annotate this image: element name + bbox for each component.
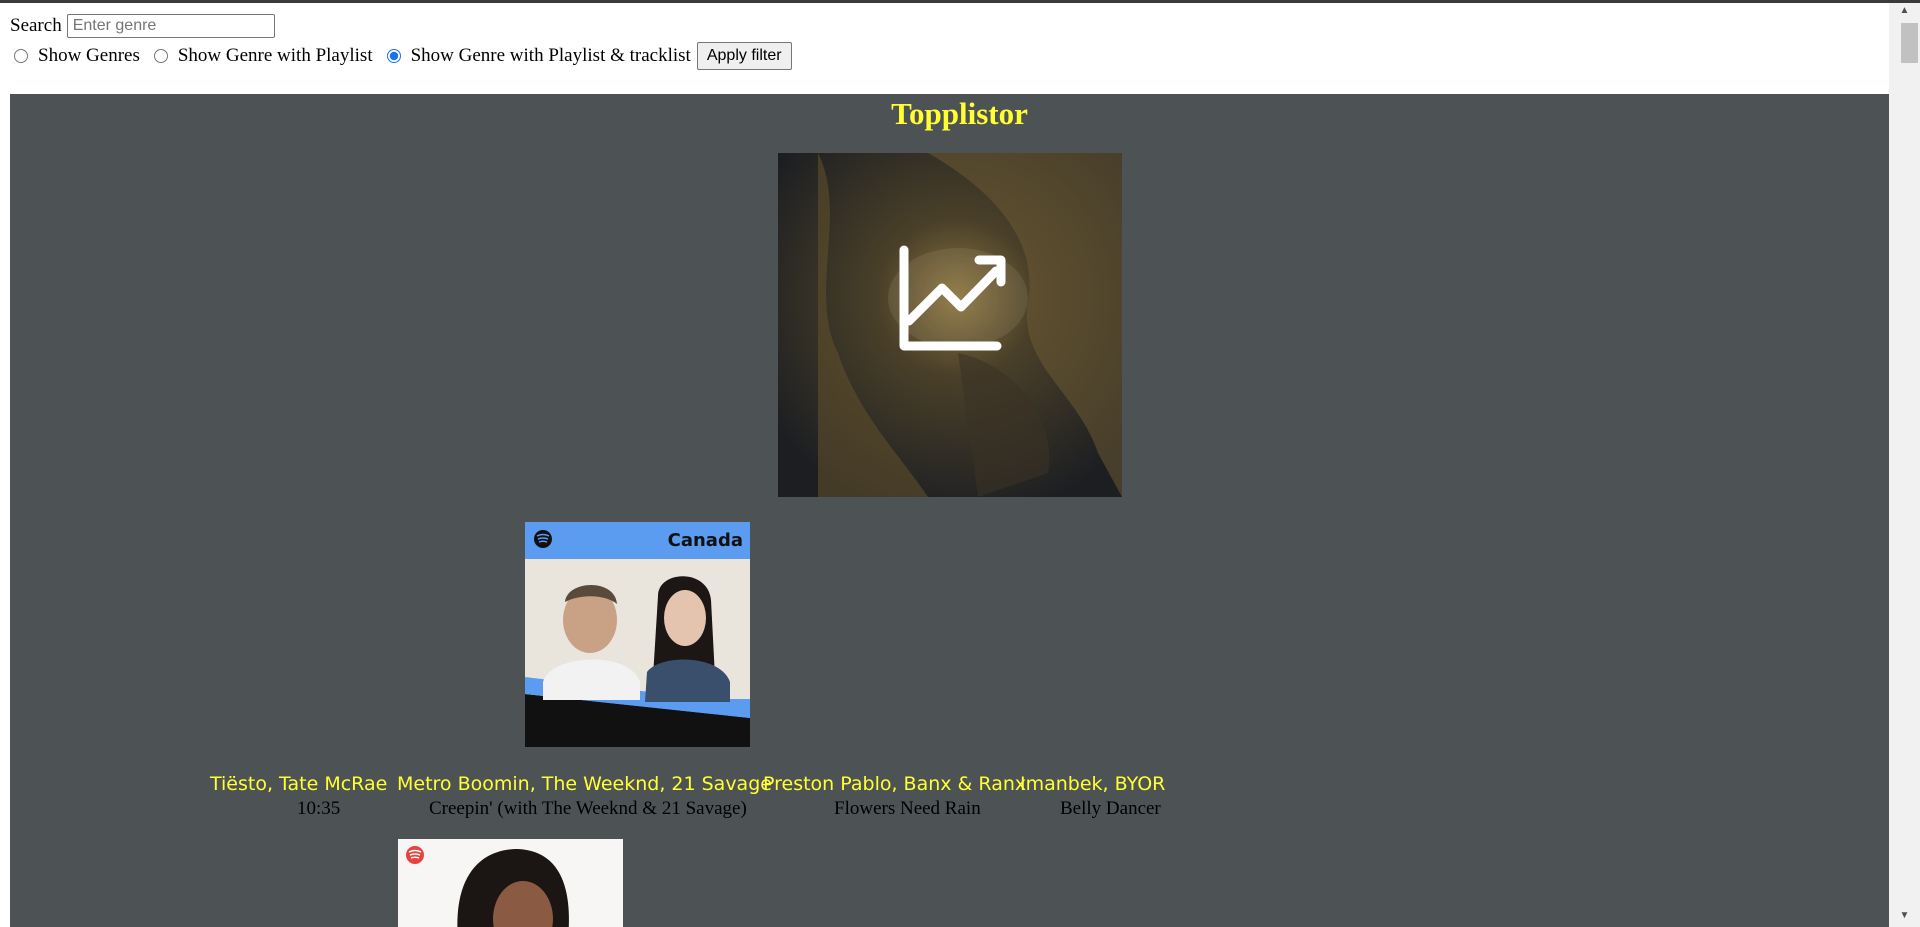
search-row: Search — [10, 13, 792, 39]
genre-panel: Topplistor Canada HOT HITS Tiësto, Tate … — [10, 94, 1889, 927]
playlist-cover-hot-hits[interactable]: Canada HOT HITS — [525, 522, 750, 747]
search-input[interactable] — [66, 14, 275, 38]
radio-show-genre-playlist-tracklist[interactable] — [386, 49, 401, 63]
track-artists: Metro Boomin, The Weeknd, 21 Savage — [397, 773, 772, 795]
radio-show-genre-playlist-label: Show Genre with Playlist — [177, 45, 373, 66]
playlist-cover-next[interactable] — [398, 839, 623, 927]
scroll-up-arrow-icon[interactable]: ▲ — [1889, 5, 1920, 21]
radio-show-genres[interactable] — [14, 49, 28, 63]
track-artists: Preston Pablo, Banx & Ranx — [763, 773, 1027, 795]
apply-filter-button[interactable]: Apply filter — [696, 42, 792, 70]
scrollbar-thumb[interactable] — [1901, 23, 1918, 63]
track-title: 10:35 — [297, 798, 341, 819]
radio-show-genres-label: Show Genres — [38, 45, 140, 66]
track-artists: Imanbek, BYOR — [1020, 773, 1166, 795]
filter-controls: Search Show Genres Show Genre with Playl… — [10, 13, 792, 70]
hits-cover-country: Canada — [668, 530, 743, 551]
search-label: Search — [10, 15, 62, 36]
vertical-scrollbar[interactable] — [1889, 3, 1920, 927]
filter-row: Show Genres Show Genre with Playlist Sho… — [10, 42, 792, 70]
track-artists: Tiësto, Tate McRae — [210, 773, 388, 795]
radio-show-genre-playlist-tracklist-label: Show Genre with Playlist & tracklist — [410, 45, 691, 66]
genre-cover-image[interactable] — [778, 153, 1122, 497]
scroll-down-arrow-icon[interactable]: ▼ — [1889, 910, 1920, 926]
genre-title: Topplistor — [891, 96, 1028, 131]
track-title: Belly Dancer — [1060, 798, 1161, 819]
track-title: Flowers Need Rain — [834, 798, 981, 819]
track-title: Creepin' (with The Weeknd & 21 Savage) — [429, 798, 747, 819]
window-top-border — [0, 0, 1920, 3]
radio-show-genre-playlist[interactable] — [153, 49, 168, 63]
